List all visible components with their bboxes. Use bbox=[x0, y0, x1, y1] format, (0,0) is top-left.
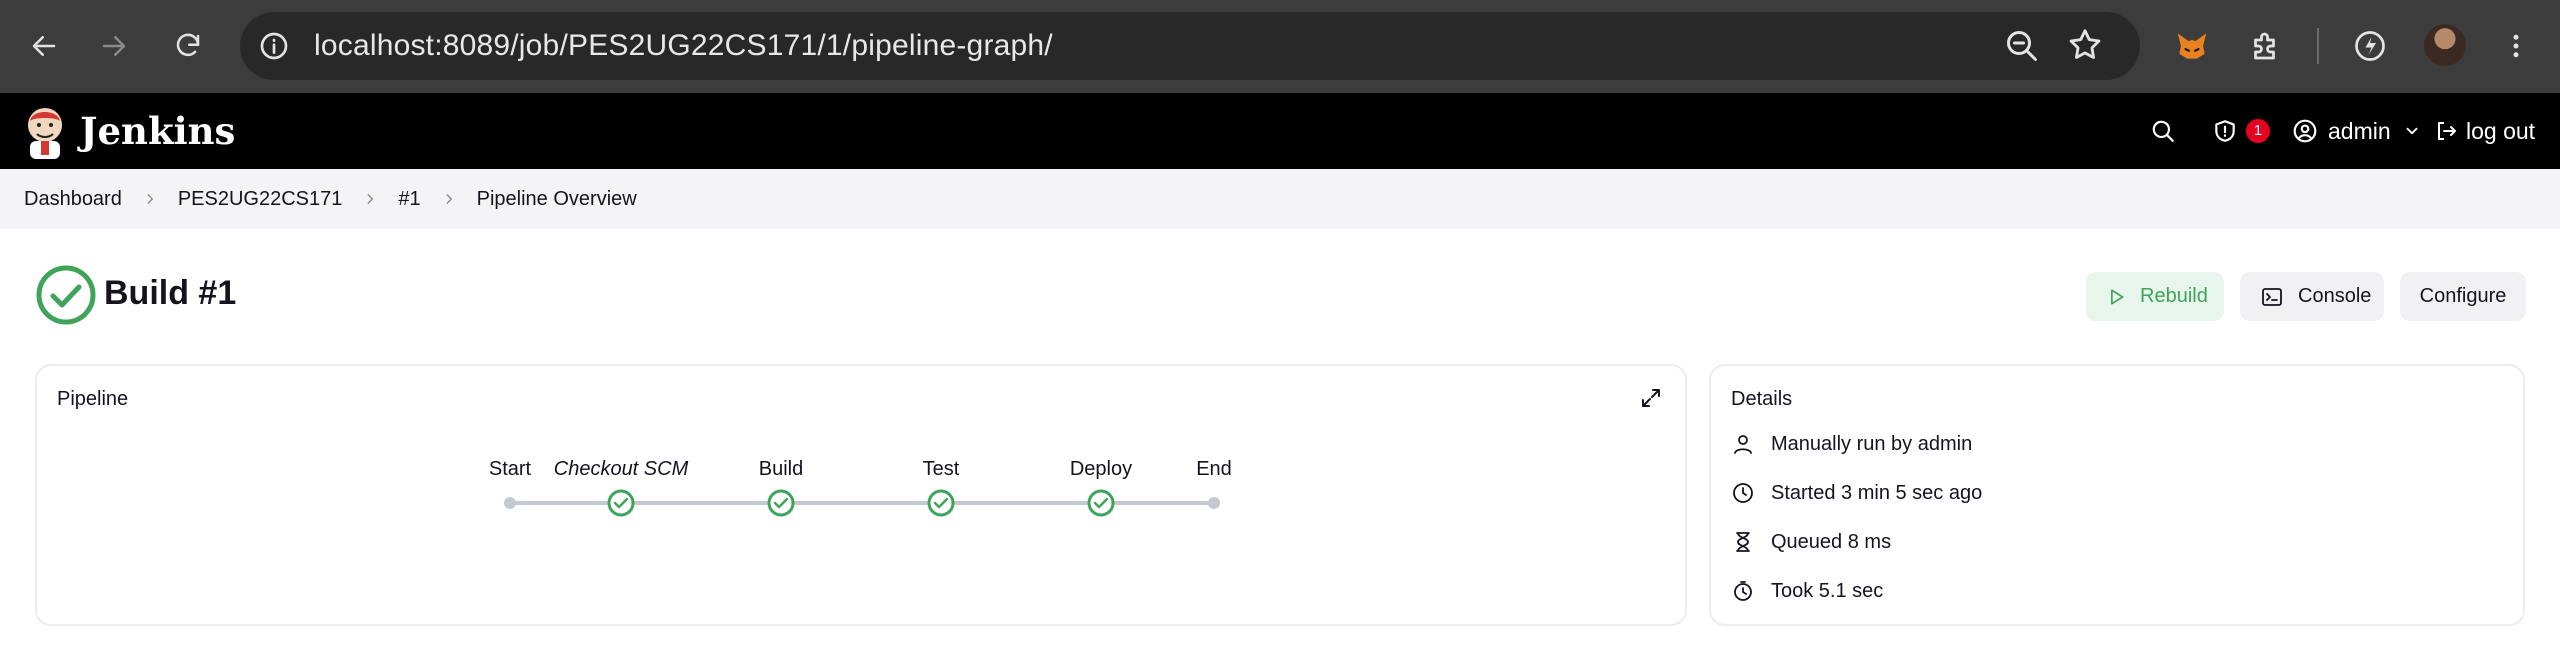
username[interactable]: admin bbox=[2328, 118, 2391, 145]
detail-text: Took 5.1 sec bbox=[1771, 579, 1884, 602]
stage-node-build[interactable] bbox=[767, 489, 795, 517]
pipeline-graph bbox=[504, 489, 1220, 517]
jenkins-logo-icon[interactable] bbox=[22, 103, 68, 159]
stage-node-start bbox=[504, 497, 516, 509]
detail-duration: Took 5.1 sec bbox=[1731, 579, 1883, 603]
rebuild-button[interactable]: Rebuild bbox=[2086, 272, 2224, 321]
stage-label: Start bbox=[488, 458, 532, 480]
stage-node-test[interactable] bbox=[927, 489, 955, 517]
clock-icon bbox=[1731, 481, 1755, 505]
stage-label[interactable]: Checkout SCM bbox=[554, 458, 689, 481]
rebuild-label: Rebuild bbox=[2140, 285, 2208, 307]
chevron-right-icon bbox=[421, 192, 477, 206]
detail-started-by: Manually run by admin bbox=[1731, 432, 1972, 456]
details-card: Details Manually run by admin Started 3 … bbox=[1709, 364, 2525, 626]
stage-node-deploy[interactable] bbox=[1087, 489, 1115, 517]
forward-button[interactable] bbox=[90, 22, 138, 70]
logout-label[interactable]: log out bbox=[2466, 118, 2535, 145]
page-title: Build #1 bbox=[104, 274, 237, 312]
logout-icon bbox=[2438, 122, 2456, 140]
breadcrumb-build[interactable]: #1 bbox=[398, 188, 420, 211]
bookmark-star-icon[interactable] bbox=[2066, 26, 2104, 64]
jenkins-header: Jenkins admin log out bbox=[0, 93, 2560, 169]
search-button[interactable] bbox=[2150, 93, 2176, 169]
jenkins-brand[interactable]: Jenkins bbox=[80, 93, 235, 169]
performance-button[interactable] bbox=[2348, 24, 2392, 68]
toolbar-divider bbox=[2317, 28, 2319, 64]
back-button[interactable] bbox=[20, 22, 68, 70]
reload-icon bbox=[176, 33, 200, 57]
user-menu[interactable]: admin bbox=[2292, 93, 2421, 169]
detail-text: Manually run by admin bbox=[1771, 432, 1973, 455]
console-button[interactable]: Console bbox=[2240, 272, 2384, 321]
play-icon bbox=[2106, 287, 2126, 307]
security-count-badge[interactable]: 1 bbox=[2246, 119, 2270, 143]
shield-icon bbox=[2215, 120, 2235, 142]
browser-toolbar: localhost:8089/job/PES2UG22CS171/1/pipel… bbox=[0, 0, 2560, 93]
user-icon bbox=[1731, 432, 1755, 456]
stage-node-end bbox=[1208, 497, 1220, 509]
details-card-title: Details bbox=[1731, 388, 1793, 410]
console-label: Console bbox=[2298, 285, 2372, 307]
chevron-down-icon[interactable] bbox=[2403, 122, 2421, 140]
address-bar[interactable]: localhost:8089/job/PES2UG22CS171/1/pipel… bbox=[240, 12, 2140, 80]
stage-label[interactable]: Build bbox=[759, 458, 803, 481]
url-text[interactable]: localhost:8089/job/PES2UG22CS171/1/pipel… bbox=[314, 12, 1053, 80]
chevron-right-icon bbox=[342, 192, 398, 206]
detail-queued: Queued 8 ms bbox=[1731, 530, 1891, 554]
logout-link[interactable]: log out bbox=[2434, 93, 2535, 169]
fox-icon bbox=[2177, 33, 2207, 59]
configure-label: Configure bbox=[2419, 285, 2507, 307]
breadcrumb-current[interactable]: Pipeline Overview bbox=[477, 188, 637, 211]
timer-icon bbox=[1731, 579, 1755, 603]
hourglass-icon bbox=[1731, 530, 1755, 554]
chevron-right-icon bbox=[122, 192, 178, 206]
terminal-icon bbox=[2260, 285, 2284, 309]
puzzle-icon bbox=[2254, 32, 2275, 60]
stage-label[interactable]: Test bbox=[923, 458, 960, 481]
speed-icon bbox=[2355, 31, 2385, 61]
stage-label: End bbox=[1196, 458, 1232, 480]
stage-node-checkout-scm[interactable] bbox=[607, 489, 635, 517]
detail-text: Started 3 min 5 sec ago bbox=[1771, 481, 1983, 504]
detail-text: Queued 8 ms bbox=[1771, 530, 1892, 553]
pipeline-card: Pipeline Start Checkout SCM Build Test Deplo… bbox=[35, 364, 1687, 626]
profile-avatar[interactable] bbox=[2424, 24, 2466, 66]
metamask-extension[interactable] bbox=[2170, 24, 2214, 68]
arrow-left-icon bbox=[32, 36, 56, 56]
browser-menu-button[interactable] bbox=[2494, 24, 2538, 68]
more-vertical-icon bbox=[2513, 34, 2519, 58]
arrow-right-icon bbox=[102, 36, 126, 56]
configure-button[interactable]: Configure bbox=[2400, 272, 2526, 321]
breadcrumb: Dashboard PES2UG22CS171 #1 Pipeline Over… bbox=[0, 169, 2560, 229]
stage-label[interactable]: Deploy bbox=[1070, 458, 1132, 481]
security-button[interactable] bbox=[2212, 93, 2238, 169]
breadcrumb-job[interactable]: PES2UG22CS171 bbox=[178, 188, 343, 211]
user-circle-icon bbox=[2293, 119, 2317, 143]
zoom-out-icon[interactable] bbox=[2004, 28, 2040, 64]
success-check-icon bbox=[36, 265, 96, 325]
site-info-icon[interactable] bbox=[258, 30, 290, 62]
detail-started-time: Started 3 min 5 sec ago bbox=[1731, 481, 1982, 505]
search-icon bbox=[2152, 120, 2174, 142]
reload-button[interactable] bbox=[164, 22, 212, 70]
breadcrumb-dashboard[interactable]: Dashboard bbox=[24, 188, 122, 211]
extensions-button[interactable] bbox=[2244, 24, 2288, 68]
